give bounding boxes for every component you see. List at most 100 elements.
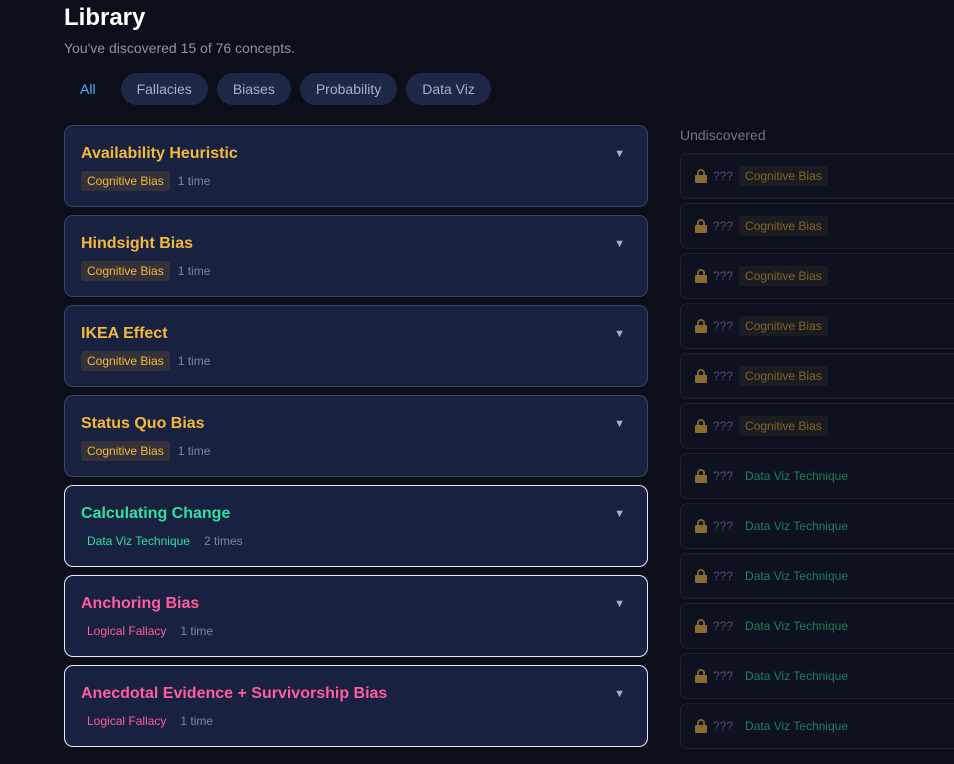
filter-fallacies[interactable]: Fallacies [120,73,208,105]
chevron-down-icon[interactable]: ▼ [614,238,625,250]
hidden-name: ??? [713,619,734,633]
category-tag: Cognitive Bias [739,366,828,386]
concept-title: IKEA Effect [81,325,168,342]
lock-icon [695,219,707,233]
concept-meta: Cognitive Bias 1 time [81,171,210,191]
concept-card[interactable]: Hindsight Bias ▼ Cognitive Bias 1 time [64,215,648,297]
undiscovered-heading: Undiscovered [680,127,766,143]
category-tag: Cognitive Bias [81,261,170,281]
category-tag: Cognitive Bias [81,351,170,371]
concept-card[interactable]: Anecdotal Evidence + Survivorship Bias ▼ L… [64,665,648,747]
category-tag: Cognitive Bias [739,266,828,286]
hidden-name: ??? [713,569,734,583]
chevron-down-icon[interactable]: ▼ [614,328,625,340]
hidden-name: ??? [713,669,734,683]
chevron-down-icon[interactable]: ▼ [614,418,625,430]
category-tag: Data Viz Technique [745,469,848,483]
lock-icon [695,319,707,333]
undiscovered-item: ??? Cognitive Bias [680,403,954,449]
undiscovered-item: ??? Data Viz Technique [680,603,954,649]
encounter-count: 1 time [177,264,211,278]
encounter-count: 1 time [177,174,211,188]
filter-biases[interactable]: Biases [216,73,291,105]
concept-title: Anecdotal Evidence + Survivorship Bias [81,685,388,702]
category-tag: Cognitive Bias [739,316,828,336]
hidden-name: ??? [713,269,734,283]
hidden-name: ??? [713,469,734,483]
chevron-down-icon[interactable]: ▼ [614,148,625,160]
hidden-name: ??? [713,369,734,383]
category-tag: Cognitive Bias [739,166,828,186]
category-tag: Cognitive Bias [739,416,828,436]
lock-icon [695,469,707,483]
category-tag: Cognitive Bias [739,216,828,236]
undiscovered-item: ??? Data Viz Technique [680,653,954,699]
page-title: Library [64,4,146,31]
chevron-down-icon[interactable]: ▼ [614,598,625,610]
lock-icon [695,569,707,583]
concept-card[interactable]: IKEA Effect ▼ Cognitive Bias 1 time [64,305,648,387]
concept-title: Availability Heuristic [81,145,238,162]
concept-meta: Logical Fallacy 1 time [81,711,213,731]
filter-bar: All Fallacies Biases Probability Data Vi… [64,73,491,105]
filter-all[interactable]: All [64,73,112,105]
category-tag: Data Viz Technique [745,519,848,533]
undiscovered-item: ??? Data Viz Technique [680,503,954,549]
concept-title: Hindsight Bias [81,235,194,252]
filter-probability[interactable]: Probability [299,73,398,105]
concept-meta: Cognitive Bias 1 time [81,441,210,461]
concept-card[interactable]: Anchoring Bias ▼ Logical Fallacy 1 time [64,575,648,657]
undiscovered-item: ??? Cognitive Bias [680,253,954,299]
concept-card[interactable]: Status Quo Bias ▼ Cognitive Bias 1 time [64,395,648,477]
undiscovered-item: ??? Cognitive Bias [680,303,954,349]
chevron-down-icon[interactable]: ▼ [614,688,625,700]
encounter-count: 2 times [203,534,243,548]
concept-meta: Cognitive Bias 1 time [81,261,210,281]
category-tag: Logical Fallacy [87,624,167,638]
encounter-count: 1 time [177,354,211,368]
filter-data-viz[interactable]: Data Viz [406,73,491,105]
undiscovered-item: ??? Cognitive Bias [680,203,954,249]
concept-meta: Logical Fallacy 1 time [81,621,213,641]
hidden-name: ??? [713,419,734,433]
lock-icon [695,269,707,283]
lock-icon [695,519,707,533]
encounter-count: 1 time [177,444,211,458]
discovery-progress: You've discovered 15 of 76 concepts. [64,40,295,56]
undiscovered-item: ??? Data Viz Technique [680,453,954,499]
category-tag: Data Viz Technique [745,569,848,583]
hidden-name: ??? [713,519,734,533]
undiscovered-list: ??? Cognitive Bias??? Cognitive Bias??? Cog… [680,153,954,753]
hidden-name: ??? [713,719,734,733]
lock-icon [695,619,707,633]
concept-title: Status Quo Bias [81,415,205,432]
undiscovered-item: ??? Data Viz Technique [680,553,954,599]
hidden-name: ??? [713,169,734,183]
lock-icon [695,419,707,433]
lock-icon [695,719,707,733]
concept-title: Anchoring Bias [81,595,200,612]
encounter-count: 1 time [180,714,214,728]
category-tag: Logical Fallacy [87,714,167,728]
lock-icon [695,669,707,683]
concept-meta: Data Viz Technique 2 times [81,531,243,551]
undiscovered-item: ??? Cognitive Bias [680,153,954,199]
undiscovered-item: ??? Cognitive Bias [680,353,954,399]
hidden-name: ??? [713,319,734,333]
concept-card[interactable]: Calculating Change ▼ Data Viz Technique 2 t… [64,485,648,567]
undiscovered-item: ??? Data Viz Technique [680,703,954,749]
category-tag: Data Viz Technique [745,669,848,683]
encounter-count: 1 time [180,624,214,638]
lock-icon [695,369,707,383]
chevron-down-icon[interactable]: ▼ [614,508,625,520]
concept-meta: Cognitive Bias 1 time [81,351,210,371]
category-tag: Data Viz Technique [745,719,848,733]
discovered-list: Availability Heuristic ▼ Cognitive Bias 1 t… [64,125,648,755]
category-tag: Cognitive Bias [81,441,170,461]
library-page: Library You've discovered 15 of 76 conce… [0,0,954,764]
concept-title: Calculating Change [81,505,231,522]
category-tag: Cognitive Bias [81,171,170,191]
hidden-name: ??? [713,219,734,233]
concept-card[interactable]: Availability Heuristic ▼ Cognitive Bias 1 t… [64,125,648,207]
category-tag: Data Viz Technique [745,619,848,633]
